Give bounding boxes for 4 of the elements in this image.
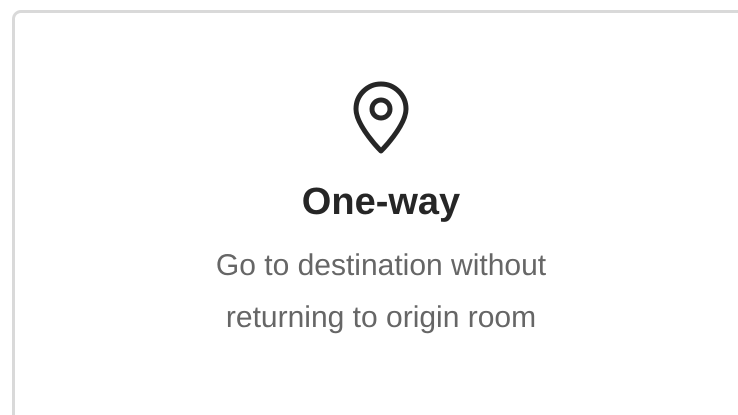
location-pin-icon (352, 80, 410, 154)
option-title: One-way (302, 180, 460, 225)
option-card[interactable]: One-way Go to destination without returning to origin room (12, 10, 738, 415)
option-description: Go to destination without returning to origin room (214, 248, 548, 336)
